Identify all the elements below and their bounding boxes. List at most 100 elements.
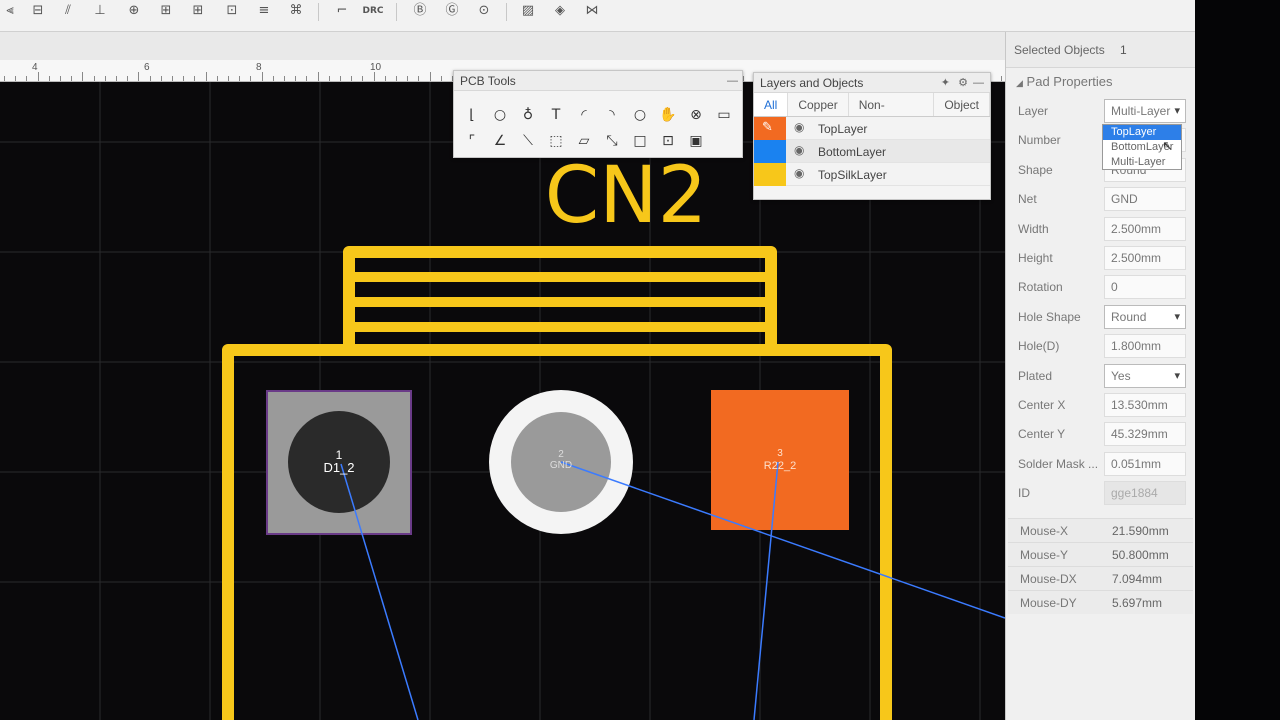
cursor-icon: ↖ [1162, 139, 1173, 154]
ruler-tick [328, 76, 330, 81]
arc-ccw-icon[interactable]: ◝ [602, 105, 622, 125]
pad-1-net: D1_2 [323, 460, 355, 475]
fit-icon[interactable]: ⌘ [286, 2, 306, 22]
eye-icon[interactable]: ◉ [794, 166, 804, 180]
rectangle-icon[interactable]: □ [630, 131, 650, 151]
tab-all[interactable]: All [754, 93, 789, 116]
layer-color-swatch[interactable] [754, 140, 786, 163]
measure-icon[interactable]: ⤡ [602, 131, 622, 151]
layers-tabs: All Copper Non-Copper Object [754, 93, 990, 136]
ruler-tick [272, 76, 274, 81]
pencil-icon: ✎ [762, 120, 773, 135]
settings-icon[interactable]: ⚙ [958, 73, 968, 93]
import-icon[interactable]: ⌐ [332, 2, 352, 22]
distribute-icon[interactable]: ⊞ [156, 2, 176, 22]
layers-panel-title-text: Layers and Objects [760, 76, 864, 90]
prop-row-width: Width 2.500mm [1006, 214, 1196, 243]
align-bottom-icon[interactable]: ⫽ [58, 2, 78, 22]
align-left-icon[interactable]: ⫷ [0, 2, 20, 22]
prop-value-field[interactable]: 2.500mm [1104, 216, 1186, 241]
prop-select[interactable]: Round [1104, 304, 1186, 329]
export-icon[interactable]: ⊙ [474, 2, 494, 22]
align-top-icon[interactable]: ⊟ [28, 2, 48, 22]
mouse-dx-value: 7.094mm [1112, 572, 1163, 586]
prop-value-field[interactable]: 1.800mm [1104, 334, 1186, 359]
prop-select[interactable]: Yes [1104, 363, 1186, 388]
tab-object[interactable]: Object [934, 93, 990, 116]
tab-non-copper[interactable]: Non-Copper [849, 93, 935, 136]
prop-select[interactable]: Multi-Layer [1104, 99, 1186, 123]
ruler-tick [1000, 76, 1002, 81]
prop-value-field[interactable]: gge1884 [1104, 481, 1186, 506]
eye-icon[interactable]: ◉ [794, 143, 804, 157]
arc-icon[interactable]: ◜ [574, 105, 594, 125]
track-icon[interactable]: ⌊ [462, 105, 482, 125]
prop-value-field[interactable]: 2.500mm [1104, 246, 1186, 270]
layers-panel-title[interactable]: Layers and Objects ✦ ⚙ — [754, 73, 990, 93]
dimension-icon[interactable]: ⟍ [518, 131, 538, 151]
angle-icon[interactable]: ∠ [490, 131, 510, 151]
grid-icon[interactable]: ⊞ [188, 2, 208, 22]
layer-row-topsilklayer[interactable]: ◉ TopSilkLayer [754, 163, 990, 186]
pad-properties-header[interactable]: ◢ Pad Properties [1006, 68, 1195, 96]
share-icon[interactable]: ⋈ [582, 2, 602, 22]
ruler-tick [160, 76, 162, 81]
component-designator[interactable]: CN2 [545, 151, 707, 241]
image-icon[interactable]: ▭ [714, 105, 734, 125]
ruler-tick [440, 76, 442, 81]
eye-icon[interactable]: ◉ [794, 120, 804, 134]
align-hcenter-icon[interactable]: ⊕ [124, 2, 144, 22]
pcb-tools-title[interactable]: PCB Tools — [454, 71, 742, 91]
distribute-horizontal-icon[interactable]: ≡ [254, 2, 274, 22]
ruler-tick [82, 72, 84, 81]
via-icon[interactable]: ♁ [518, 105, 538, 125]
align-vcenter-icon[interactable]: ⊥ [90, 2, 110, 22]
copper-area-icon[interactable]: ⊡ [658, 131, 678, 151]
region-icon[interactable]: ⬚ [546, 131, 566, 151]
prop-label: Number [1018, 133, 1061, 148]
prop-value-field[interactable]: 13.530mm [1104, 393, 1186, 417]
minimize-icon[interactable]: — [973, 73, 984, 93]
pan-icon[interactable]: ✋ [658, 105, 678, 125]
layers-icon[interactable]: ◈ [550, 2, 570, 22]
corner-icon[interactable]: ⌜ [462, 131, 482, 151]
prop-label: Rotation [1018, 280, 1063, 295]
prop-value-field[interactable]: 0 [1104, 275, 1186, 300]
mouse-y-label: Mouse-Y [1020, 548, 1069, 562]
layer-row-toplayer[interactable]: ✎ ◉ TopLayer [754, 117, 990, 140]
drc-button[interactable]: DRC [362, 2, 384, 22]
prop-value-field[interactable]: 0.051mm [1104, 451, 1186, 476]
no-connect-icon[interactable]: ⊗ [686, 105, 706, 125]
image-icon[interactable]: ▨ [518, 2, 538, 22]
minimize-button[interactable]: — [727, 71, 738, 91]
distribute-vertical-icon[interactable]: ⊡ [222, 2, 242, 22]
solid-region-icon[interactable]: ▱ [574, 131, 594, 151]
circle-icon[interactable]: ○ [630, 105, 650, 125]
layer-color-swatch[interactable] [754, 163, 786, 186]
layer-row-bottomlayer[interactable]: ◉ BottomLayer [754, 140, 990, 163]
bom-icon[interactable]: Ⓑ [410, 2, 430, 22]
toolbar-divider [506, 3, 507, 21]
prop-value-field[interactable]: GND [1104, 187, 1186, 212]
pin-icon[interactable]: ✦ [941, 73, 950, 93]
prop-row-hole-shape: Hole Shape Round [1006, 302, 1196, 331]
photo-icon[interactable]: ▣ [686, 131, 706, 151]
ruler-tick [127, 76, 129, 81]
pad-icon[interactable]: ○ [490, 105, 510, 125]
pad-2-number: 2 [558, 449, 564, 460]
gerber-icon[interactable]: Ⓖ [442, 2, 462, 22]
ruler-tick [71, 76, 73, 81]
text-icon[interactable]: T [546, 105, 566, 125]
layer-option-multilayer[interactable]: Multi-Layer [1103, 155, 1181, 170]
prop-value-field[interactable]: 45.329mm [1104, 422, 1186, 447]
layer-option-toplayer[interactable]: TopLayer [1103, 125, 1181, 140]
prop-label: Solder Mask ... [1018, 456, 1099, 471]
prop-row-rotation: Rotation 0 [1006, 272, 1196, 301]
collapse-icon[interactable]: ◢ [1016, 79, 1023, 89]
tab-copper[interactable]: Copper [788, 93, 849, 116]
pcb-tools-panel: PCB Tools — ⌊ ○ ♁ T ◜ ◝ ○ ✋ ⊗ ▭ ⌜ ∠ ⟍ ⬚ … [453, 70, 743, 158]
mouse-x-row: Mouse-X 21.590mm [1008, 518, 1193, 542]
ruler-tick [373, 72, 375, 81]
ruler-tick [384, 76, 386, 81]
ruler-tick [295, 76, 297, 81]
